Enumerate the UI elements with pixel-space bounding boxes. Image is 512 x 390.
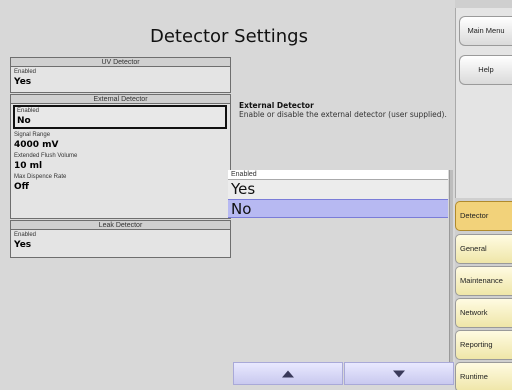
field-value: 4000 mV [14,140,59,150]
tab-runtime[interactable]: Runtime [455,362,512,390]
field-label: Enabled [17,108,40,114]
main-menu-button[interactable]: Main Menu [459,16,512,46]
field-value: Off [14,182,29,192]
option-no[interactable]: No [228,199,448,218]
panel-header: External Detector [11,95,230,104]
triangle-down-icon [393,370,405,377]
field-label: Max Dispence Rate [14,174,67,180]
tab-general[interactable]: General [455,234,512,264]
help-description: Enable or disable the external detector … [239,110,447,119]
max-dispence-rate-field[interactable]: Max Dispence Rate Off [11,172,230,193]
uv-detector-panel: UV Detector Enabled Yes [10,57,231,93]
external-enabled-field[interactable]: Enabled No [13,105,227,129]
field-label: Signal Range [14,132,51,138]
scroll-up-button[interactable] [233,362,343,385]
option-yes[interactable]: Yes [228,180,448,199]
tab-detector[interactable]: Detector [455,201,512,231]
tab-maintenance[interactable]: Maintenance [455,266,512,296]
field-value: 10 ml [14,161,43,171]
panel-header: UV Detector [11,58,230,67]
external-detector-panel: External Detector Enabled No Signal Rang… [10,94,231,219]
option-picker: Enabled Yes No [228,170,448,222]
app-screen: Detector Settings UV Detector Enabled Ye… [0,0,512,390]
leak-detector-panel: Leak Detector Enabled Yes [10,220,231,258]
leak-enabled-field[interactable]: Enabled Yes [11,230,230,251]
field-value: Yes [14,77,32,87]
scrollbar[interactable] [449,170,453,384]
help-title: External Detector [239,101,314,110]
triangle-up-icon [282,370,294,377]
help-button[interactable]: Help [459,55,512,85]
panel-header: Leak Detector [11,221,230,230]
help-text: External Detector Enable or disable the … [239,101,454,120]
tab-reporting[interactable]: Reporting [455,330,512,360]
picker-label: Enabled [228,170,448,180]
scroll-down-button[interactable] [344,362,454,385]
field-value: Yes [14,240,32,250]
field-label: Extended Flush Volume [14,153,78,159]
uv-enabled-field[interactable]: Enabled Yes [11,67,230,88]
tab-network[interactable]: Network [455,298,512,328]
side-panel: Main Menu Help Detector General Maintena… [455,0,512,390]
field-label: Enabled [14,232,37,238]
page-title: Detector Settings [150,26,308,47]
signal-range-field[interactable]: Signal Range 4000 mV [11,130,230,151]
field-value: No [17,116,31,126]
field-label: Enabled [14,69,37,75]
extended-flush-volume-field[interactable]: Extended Flush Volume 10 ml [11,151,230,172]
